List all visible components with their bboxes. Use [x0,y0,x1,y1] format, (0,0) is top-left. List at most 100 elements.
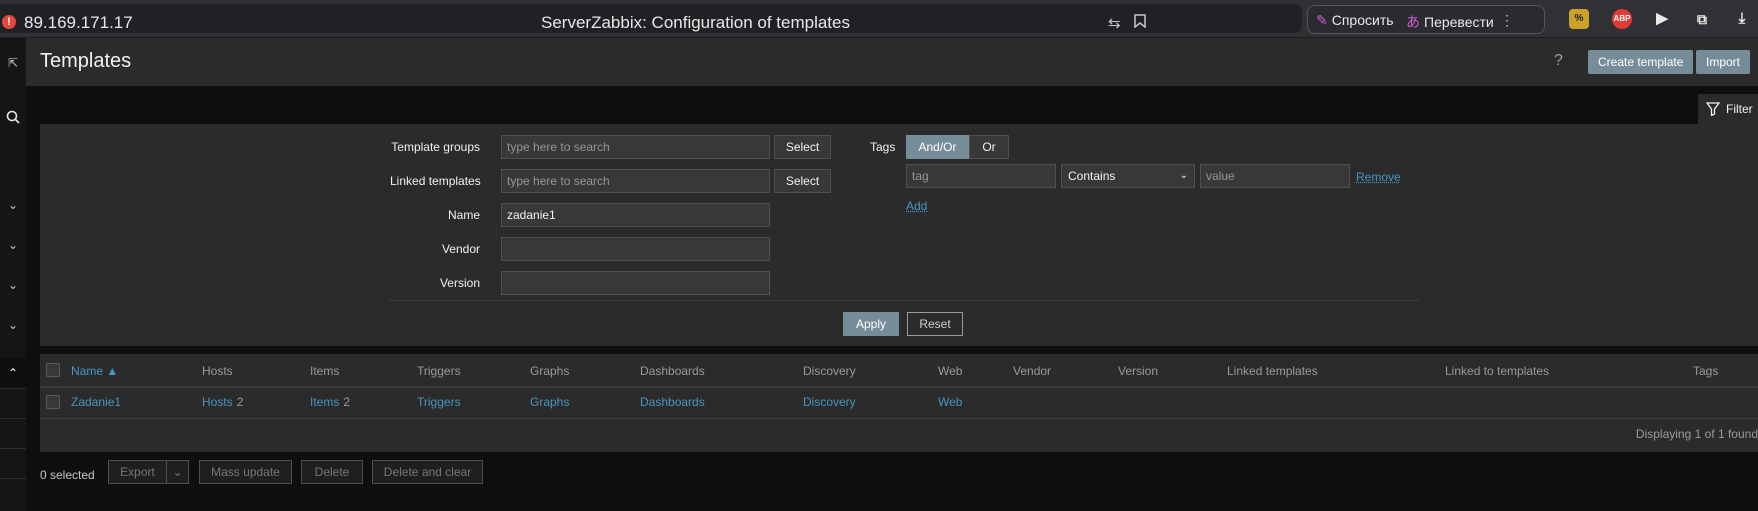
adblock-extension-icon[interactable]: ABP [1612,9,1632,29]
column-header-discovery: Discovery [803,364,856,378]
items-link[interactable]: Items [310,395,339,409]
more-menu-icon[interactable]: ⋮ [1500,12,1514,29]
ask-button[interactable]: ✎ Спросить [1316,12,1394,29]
filter-tab[interactable]: Filter [1698,94,1758,124]
table-header-divider [40,386,1758,388]
linked-templates-select-button[interactable]: Select [774,169,831,193]
vendor-label: Vendor [441,242,480,256]
discount-extension-icon[interactable]: % [1569,9,1589,29]
discovery-link[interactable]: Discovery [803,395,856,409]
filter-tab-label: Filter [1726,102,1753,116]
column-header-version: Version [1118,364,1159,378]
ask-icon: ✎ [1316,12,1328,28]
menu-expand-chevron-icon[interactable]: ⌄ [0,278,26,292]
browser-toolbar: ! 89.169.171.17 ServerZabbix: Configurat… [0,0,1758,38]
not-secure-icon[interactable]: ! [2,15,16,29]
delete-button[interactable]: Delete [301,460,363,484]
hosts-count: 2 [236,395,244,409]
tags-and-or-toggle[interactable]: And/Or [906,135,969,159]
version-input[interactable] [501,271,770,295]
url-text[interactable]: 89.169.171.17 [24,13,133,33]
selected-count: 0 selected [40,468,95,482]
menu-collapse-chevron-icon[interactable]: ⌃ [0,358,26,388]
menu-expand-chevron-icon[interactable]: ⌄ [0,318,26,332]
translate-page-icon[interactable]: ⇆ [1108,14,1121,32]
remove-tag-link[interactable]: Remove [1356,170,1401,184]
add-tag-link[interactable]: Add [906,199,927,213]
delete-and-clear-button[interactable]: Delete and clear [372,460,483,484]
sidebar-divider [0,448,26,449]
template-name-link[interactable]: Zadanie1 [71,395,121,409]
reset-button[interactable]: Reset [907,312,963,336]
translate-button[interactable]: あ Перевести [1406,12,1494,32]
column-header-hosts: Hosts [202,364,233,378]
linked-templates-label: Linked templates [390,174,481,188]
displaying-count: Displaying 1 of 1 found [1635,427,1758,441]
collapse-sidebar-icon[interactable]: ⇱ [0,56,26,70]
column-header-triggers: Triggers [417,364,461,378]
column-header-dashboards: Dashboards [640,364,705,378]
template-groups-select-button[interactable]: Select [774,135,831,159]
sidebar-divider [0,478,26,479]
column-header-tags: Tags [1693,364,1719,378]
template-groups-input[interactable] [501,135,770,159]
graphs-link[interactable]: Graphs [530,395,569,409]
version-label: Version [439,276,480,290]
tag-value-input[interactable] [1200,164,1350,188]
vendor-input[interactable] [501,237,770,261]
translate-icon: あ [1406,14,1420,30]
select-all-checkbox[interactable] [46,363,60,377]
filter-panel: Template groups Select Linked templates … [40,124,1758,346]
translate-label: Перевести [1424,14,1494,30]
apply-button[interactable]: Apply [843,312,899,336]
tags-label: Tags [870,140,896,154]
name-input[interactable] [501,203,770,227]
extensions-icon[interactable]: ⧉ [1692,9,1712,29]
download-icon[interactable]: ⤓ [1732,9,1752,29]
menu-expand-chevron-icon[interactable]: ⌄ [0,198,26,212]
triggers-link[interactable]: Triggers [417,395,461,409]
column-header-graphs: Graphs [530,364,570,378]
ask-label: Спросить [1331,12,1394,28]
mass-update-button[interactable]: Mass update [199,460,292,484]
column-header-linked-to-templates: Linked to templates [1445,364,1550,378]
address-bar[interactable]: ! 89.169.171.17 ServerZabbix: Configurat… [0,4,1302,33]
hosts-link[interactable]: Hosts [202,395,233,409]
chevron-down-icon: ⌄ [1179,170,1188,181]
hosts-cell: Hosts 2 [202,395,243,409]
column-header-linked-templates: Linked templates [1227,364,1318,378]
templates-table: Name ▲ Hosts Items Triggers Graphs Dashb… [40,354,1758,452]
items-cell: Items 2 [310,395,350,409]
column-header-name[interactable]: Name ▲ [71,364,118,378]
column-header-vendor: Vendor [1013,364,1052,378]
tag-operator-value: Contains [1068,169,1116,183]
media-extension-icon[interactable]: ▶ [1652,9,1672,29]
web-link[interactable]: Web [938,395,962,409]
page-header: Templates ? Create template Import [26,38,1758,86]
export-button[interactable]: Export [108,460,167,484]
filter-divider [389,300,1419,301]
tag-name-input[interactable] [906,164,1056,188]
tag-operator-select[interactable]: Contains ⌄ [1061,164,1195,188]
import-button[interactable]: Import [1696,50,1751,74]
bookmark-icon[interactable] [1134,14,1146,32]
export-dropdown-chevron-icon[interactable]: ⌄ [166,460,189,484]
search-icon[interactable] [0,110,26,127]
help-icon[interactable]: ? [1554,52,1563,70]
name-label: Name [447,208,480,222]
filter-icon [1706,102,1720,116]
ai-actions-group: ✎ Спросить あ Перевести ⋮ [1307,5,1545,34]
create-template-button[interactable]: Create template [1588,50,1694,74]
table-row-divider [40,418,1758,419]
column-header-items: Items [310,364,340,378]
sidebar-divider [0,418,26,419]
tab-title: ServerZabbix: Configuration of templates [541,13,850,32]
tags-or-toggle[interactable]: Or [969,135,1009,159]
sidebar-divider [0,388,26,389]
items-count: 2 [343,395,351,409]
row-checkbox[interactable] [46,395,60,409]
menu-expand-chevron-icon[interactable]: ⌄ [0,238,26,252]
linked-templates-input[interactable] [501,169,770,193]
template-groups-label: Template groups [391,140,480,154]
dashboards-link[interactable]: Dashboards [640,395,705,409]
